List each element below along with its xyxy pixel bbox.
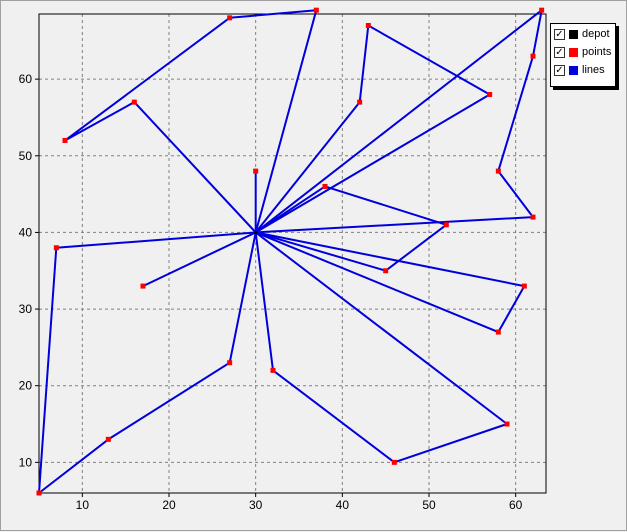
- points-swatch: [569, 47, 578, 57]
- point-marker-21: [521, 283, 527, 289]
- route-line-6: [254, 231, 508, 464]
- point-marker-3: [105, 436, 111, 442]
- legend-label-points: points: [582, 46, 612, 58]
- point-marker-16: [443, 222, 449, 228]
- legend-item-depot[interactable]: ✓ depot: [554, 27, 610, 41]
- route-lines: [38, 9, 543, 494]
- route-line-5: [255, 231, 526, 334]
- route-line-0: [38, 231, 257, 494]
- point-marker-19: [495, 329, 501, 335]
- point-marker-18: [495, 168, 501, 174]
- scatter-route-chart: 10 20 30 40 50 60 10 20 30 40 50 60: [19, 7, 547, 512]
- lines-swatch: [569, 65, 578, 75]
- point-marker-11: [322, 183, 328, 189]
- depot-marker: [254, 230, 258, 234]
- point-marker-6: [227, 15, 233, 21]
- point-marker-24: [539, 7, 545, 13]
- point-marker-20: [504, 421, 510, 427]
- tick-label-x-30: 30: [249, 498, 263, 512]
- legend-label-lines: lines: [582, 64, 605, 76]
- legend-item-lines[interactable]: ✓ lines: [554, 63, 605, 77]
- tick-label-x-20: 20: [162, 498, 176, 512]
- tick-label-x-10: 10: [76, 498, 90, 512]
- plot-area-border: [38, 13, 547, 494]
- point-marker-5: [140, 283, 146, 289]
- chart-frame: 10 20 30 40 50 60 10 20 30 40 50 60 ✓ depot ✓ point…: [0, 0, 627, 531]
- tick-label-y-50: 50: [19, 149, 33, 163]
- depot-swatch: [569, 29, 578, 39]
- point-marker-10: [313, 7, 319, 13]
- point-marker-15: [391, 459, 397, 465]
- legend-item-points[interactable]: ✓ points: [554, 45, 611, 59]
- point-marker-22: [530, 53, 536, 59]
- point-marker-14: [383, 268, 389, 274]
- point-markers: [36, 7, 545, 496]
- route-line-1: [64, 9, 318, 234]
- tick-label-x-60: 60: [509, 498, 523, 512]
- checkbox-depot[interactable]: ✓: [554, 28, 565, 40]
- grid-lines: [39, 14, 546, 493]
- point-marker-0: [36, 490, 42, 496]
- tick-label-y-20: 20: [19, 379, 33, 393]
- point-marker-17: [487, 91, 493, 97]
- tick-label-y-30: 30: [19, 302, 33, 316]
- tick-label-y-60: 60: [19, 72, 33, 86]
- point-marker-4: [131, 99, 137, 105]
- checkbox-lines[interactable]: ✓: [554, 64, 565, 76]
- point-marker-2: [62, 137, 68, 143]
- tick-label-x-40: 40: [336, 498, 350, 512]
- axis-ticks: 10 20 30 40 50 60 10 20 30 40 50 60: [19, 72, 523, 512]
- point-marker-23: [530, 214, 536, 220]
- point-marker-13: [365, 22, 371, 28]
- point-marker-7: [227, 360, 233, 366]
- legend: ✓ depot ✓ points ✓ lines: [550, 23, 616, 87]
- point-marker-9: [270, 367, 276, 373]
- legend-label-depot: depot: [582, 28, 610, 40]
- tick-label-y-10: 10: [19, 455, 33, 469]
- checkbox-points[interactable]: ✓: [554, 46, 565, 58]
- point-marker-8: [253, 168, 259, 174]
- point-marker-1: [53, 245, 59, 251]
- point-marker-12: [357, 99, 363, 105]
- tick-label-x-50: 50: [422, 498, 436, 512]
- tick-label-y-40: 40: [19, 225, 33, 239]
- route-line-4: [255, 185, 448, 272]
